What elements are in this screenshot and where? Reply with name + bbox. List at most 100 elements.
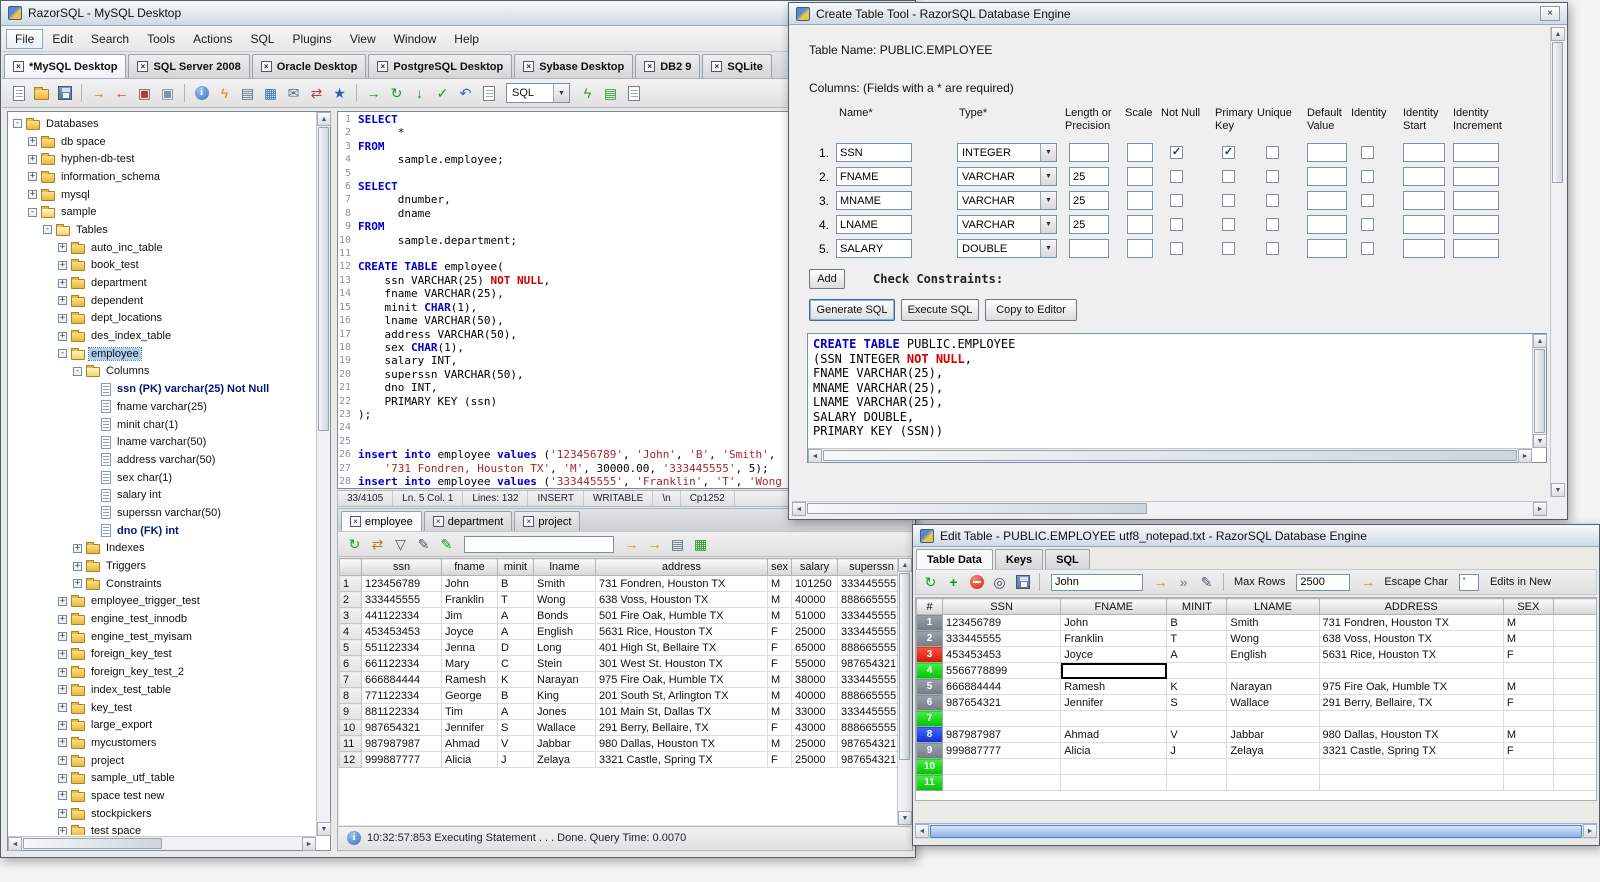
edit-cell-icon[interactable]: ✎ bbox=[1196, 572, 1217, 593]
edit-cell[interactable]: M bbox=[1502, 614, 1554, 631]
expand-icon[interactable] bbox=[58, 826, 67, 835]
edit-cell[interactable]: Alicia bbox=[1060, 742, 1168, 759]
tree-vertical-scrollbar[interactable] bbox=[316, 112, 331, 836]
result-cell[interactable]: 101250 bbox=[791, 575, 838, 592]
new-editor-icon[interactable] bbox=[478, 83, 499, 104]
search-go-icon[interactable]: → bbox=[1150, 572, 1171, 593]
result-cell[interactable]: 453453453 bbox=[361, 623, 442, 640]
result-cell[interactable]: 40000 bbox=[791, 591, 838, 608]
default-value-input[interactable] bbox=[1307, 143, 1347, 162]
scroll-up-icon[interactable] bbox=[1551, 27, 1565, 41]
default-value-input[interactable] bbox=[1307, 239, 1347, 258]
run-icon[interactable]: → bbox=[363, 83, 384, 104]
execute-icon[interactable]: ϟ bbox=[214, 83, 235, 104]
result-cell[interactable]: 771122334 bbox=[361, 687, 442, 704]
row-number[interactable]: 5 bbox=[916, 678, 944, 695]
compare-icon[interactable]: ⇄ bbox=[306, 83, 327, 104]
result-cell[interactable]: Alicia bbox=[441, 751, 498, 768]
edit-column-header-ssn[interactable]: SSN bbox=[942, 598, 1062, 615]
scrollbar-thumb[interactable] bbox=[318, 127, 329, 432]
identity-increment-input[interactable] bbox=[1453, 167, 1499, 186]
edit-cell[interactable]: 333445555 bbox=[942, 630, 1062, 647]
edit-results-icon[interactable]: ✎ bbox=[413, 534, 434, 555]
edit-cell[interactable]: 5566778899 bbox=[942, 662, 1062, 679]
result-cell[interactable]: D bbox=[497, 639, 534, 656]
row-number[interactable]: 9 bbox=[916, 742, 944, 759]
edit-cell[interactable]: 5631 Rice, Houston TX bbox=[1318, 646, 1504, 663]
tree-item-hyphen-db-test[interactable]: hyphen-db-test bbox=[11, 150, 315, 168]
generated-sql-box[interactable]: CREATE TABLE PUBLIC.EMPLOYEE (SSN INTEGER… bbox=[807, 333, 1547, 463]
connection-tab-sqlite[interactable]: SQLite bbox=[702, 54, 772, 78]
result-cell[interactable]: Smith bbox=[533, 575, 596, 592]
add-column-button[interactable]: Add bbox=[809, 269, 845, 289]
primary-key-checkbox[interactable] bbox=[1222, 242, 1235, 255]
connect-icon[interactable]: → bbox=[88, 83, 109, 104]
edit-cell[interactable]: A bbox=[1166, 646, 1228, 663]
result-cell[interactable]: F bbox=[767, 751, 792, 768]
expand-icon[interactable] bbox=[73, 543, 82, 553]
result-cell[interactable]: 987654321 bbox=[837, 655, 897, 672]
sql-mode-dropdown[interactable]: SQL bbox=[506, 83, 570, 103]
result-cell[interactable]: Wong bbox=[533, 591, 596, 608]
result-cell[interactable]: 638 Voss, Houston TX bbox=[595, 591, 768, 608]
tree-item-employee-trigger-test[interactable]: employee_trigger_test bbox=[11, 593, 315, 611]
insert-row-icon[interactable]: + bbox=[943, 572, 964, 593]
expand-icon[interactable] bbox=[58, 260, 67, 270]
identity-start-input[interactable] bbox=[1403, 191, 1445, 210]
column-header-lname[interactable]: lname bbox=[533, 558, 596, 576]
scroll-down-icon[interactable] bbox=[1533, 434, 1547, 448]
edit-cell[interactable]: M bbox=[1502, 630, 1554, 647]
row-number[interactable]: 6 bbox=[916, 694, 944, 711]
result-cell[interactable]: George bbox=[441, 687, 498, 704]
tree-item-fname-varchar-25[interactable]: fname varchar(25) bbox=[11, 398, 315, 416]
main-titlebar[interactable]: RazorSQL - MySQL Desktop bbox=[1, 1, 915, 26]
doc-icon[interactable] bbox=[623, 83, 644, 104]
result-cell[interactable]: Joyce bbox=[441, 623, 498, 640]
edit-cell[interactable]: 638 Voss, Houston TX bbox=[1318, 630, 1504, 647]
result-cell[interactable]: 51000 bbox=[791, 607, 838, 624]
result-cell[interactable]: English bbox=[533, 623, 596, 640]
edit-cell[interactable] bbox=[1060, 758, 1168, 775]
menu-plugins[interactable]: Plugins bbox=[283, 29, 340, 49]
scrollbar-thumb[interactable] bbox=[23, 838, 162, 849]
expand-icon[interactable] bbox=[58, 614, 67, 624]
tree-item-salary-int[interactable]: salary int bbox=[11, 486, 315, 504]
length-input[interactable] bbox=[1069, 167, 1109, 186]
scroll-up-icon[interactable] bbox=[317, 112, 331, 126]
edit-cell[interactable] bbox=[1226, 774, 1320, 791]
filter-results-icon[interactable]: ▽ bbox=[390, 534, 411, 555]
result-cell[interactable]: 333445555 bbox=[837, 703, 897, 720]
tree-item-des-index-table[interactable]: des_index_table bbox=[11, 327, 315, 345]
result-cell[interactable]: 201 South St, Arlington TX bbox=[595, 687, 768, 704]
connection-tab-oracle-desktop[interactable]: Oracle Desktop bbox=[251, 54, 367, 78]
column-name-input[interactable] bbox=[836, 143, 912, 162]
result-cell[interactable]: M bbox=[767, 607, 792, 624]
result-cell[interactable]: Ahmad bbox=[441, 735, 498, 752]
result-cell[interactable]: 3321 Castle, Spring TX bbox=[595, 751, 768, 768]
identity-increment-input[interactable] bbox=[1453, 215, 1499, 234]
tree-item-large-export[interactable]: large_export bbox=[11, 716, 315, 734]
view-log-icon[interactable]: ▤ bbox=[667, 534, 688, 555]
search-input[interactable] bbox=[1051, 573, 1143, 591]
identity-checkbox[interactable] bbox=[1361, 242, 1374, 255]
edit-tab-sql[interactable]: SQL bbox=[1045, 549, 1090, 569]
expand-icon[interactable] bbox=[58, 667, 67, 677]
refresh-data-icon[interactable]: ↻ bbox=[920, 572, 941, 593]
dropdown-arrow-icon[interactable] bbox=[1040, 144, 1056, 161]
results-tab-employee[interactable]: employee bbox=[341, 511, 422, 531]
edit-cell[interactable] bbox=[1166, 662, 1228, 679]
tree-item-dno-fk-int[interactable]: dno (FK) int bbox=[11, 522, 315, 540]
expand-icon[interactable] bbox=[58, 296, 67, 306]
close-tab-icon[interactable] bbox=[644, 61, 656, 72]
identity-checkbox[interactable] bbox=[1361, 194, 1374, 207]
edit-cell[interactable]: 453453453 bbox=[942, 646, 1062, 663]
results-tab-department[interactable]: department bbox=[423, 511, 513, 531]
expand-icon[interactable] bbox=[58, 649, 67, 659]
tree-item-lname-varchar-50[interactable]: lname varchar(50) bbox=[11, 433, 315, 451]
not-null-checkbox[interactable] bbox=[1170, 194, 1183, 207]
result-cell[interactable]: Mary bbox=[441, 655, 498, 672]
tree-item-dept-locations[interactable]: dept_locations bbox=[11, 310, 315, 328]
menu-view[interactable]: View bbox=[341, 29, 385, 49]
active-edit-cell[interactable] bbox=[1060, 662, 1168, 679]
edit-cell[interactable] bbox=[1226, 710, 1320, 727]
